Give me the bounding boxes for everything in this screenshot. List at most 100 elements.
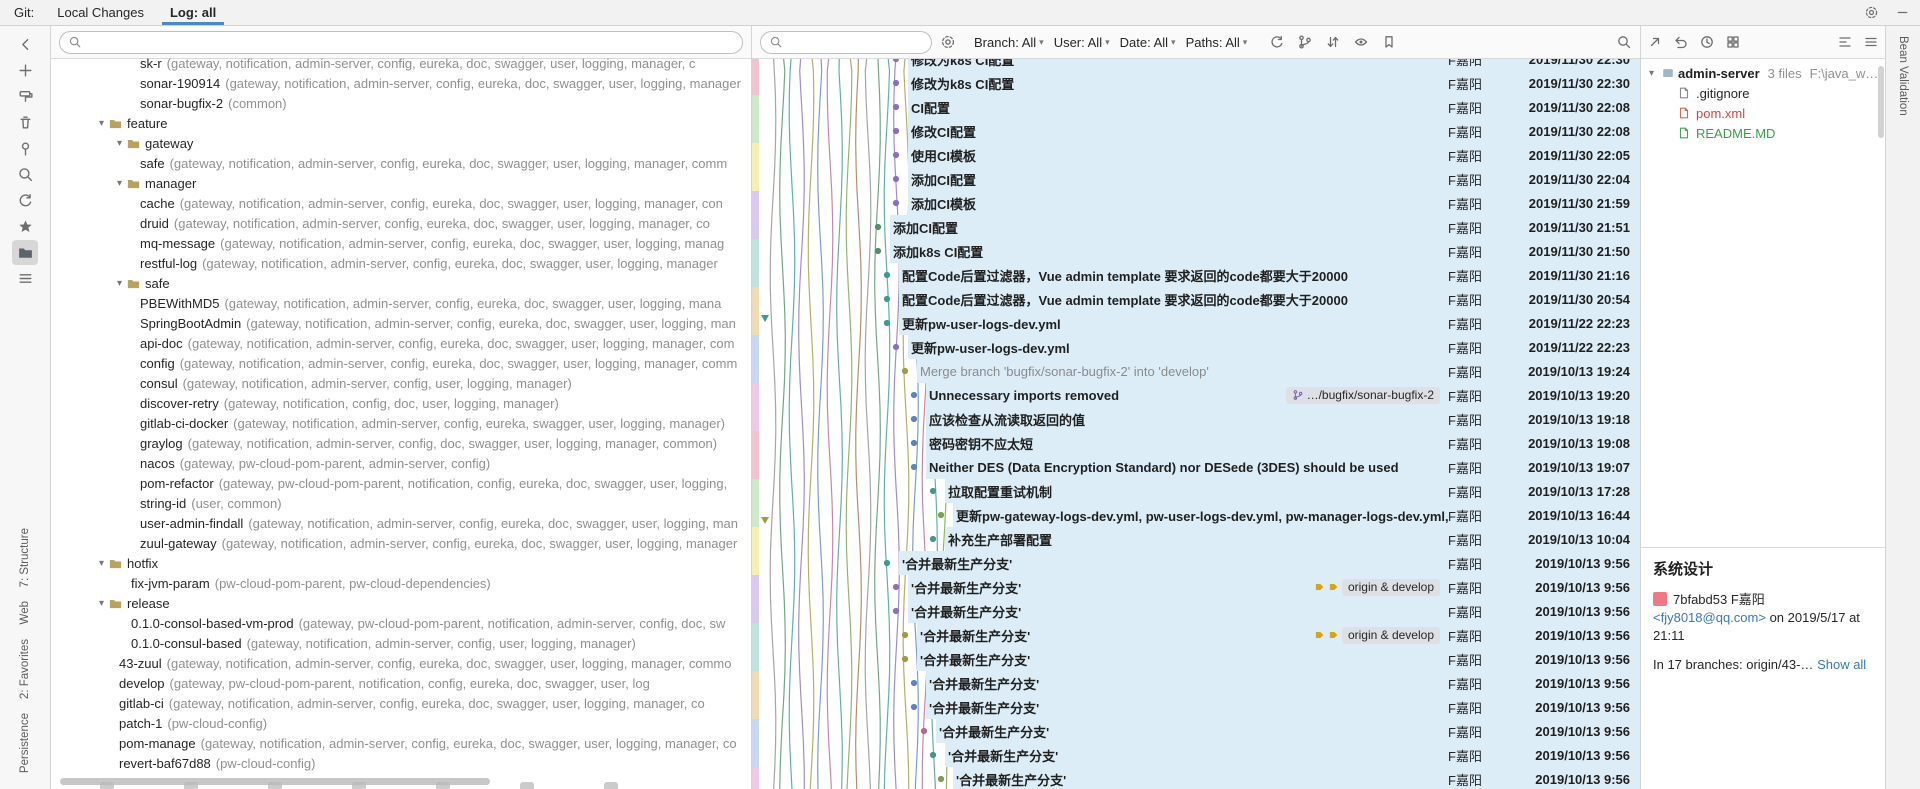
- preview-diff-eye-icon[interactable]: [1353, 34, 1369, 50]
- commit-row[interactable]: '合并最新生产分支'origin & developF嘉阳2019/10/13 …: [752, 575, 1640, 599]
- chevron-down-icon[interactable]: ▾: [113, 178, 126, 189]
- branch-row[interactable]: user-admin-findall(gateway, notification…: [51, 513, 751, 533]
- commit-row[interactable]: 配置Code后置过滤器，Vue admin template 要求返回的code…: [752, 287, 1640, 311]
- commit-row[interactable]: CI配置F嘉阳2019/11/30 22:08: [752, 95, 1640, 119]
- branch-search-input[interactable]: [87, 34, 734, 51]
- branch-group-row[interactable]: ▾safe: [51, 273, 751, 293]
- filter-paths[interactable]: Paths: All▾: [1186, 35, 1248, 50]
- commit-row[interactable]: 添加CI配置F嘉阳2019/11/30 22:04: [752, 167, 1640, 191]
- branch-row[interactable]: consul(gateway, notification, admin-serv…: [51, 373, 751, 393]
- branch-row[interactable]: nacos(gateway, pw-cloud-pom-parent, admi…: [51, 453, 751, 473]
- filter-settings-gear-icon[interactable]: [940, 34, 956, 50]
- paint-roller-icon[interactable]: [12, 84, 38, 109]
- author-email-link[interactable]: <fjy8018@qq.com>: [1653, 610, 1766, 625]
- chevron-down-icon[interactable]: ▾: [113, 278, 126, 289]
- chevron-down-icon[interactable]: ▾: [95, 118, 108, 129]
- changed-file-row[interactable]: README.MD: [1641, 123, 1885, 143]
- delete-icon[interactable]: [12, 110, 38, 135]
- tool-window-button-2-favorites[interactable]: 2: Favorites: [19, 639, 31, 699]
- branch-row[interactable]: 0.1.0-consol-based-vm-prod(gateway, pw-c…: [51, 613, 751, 633]
- show-all-link[interactable]: Show all: [1817, 657, 1866, 672]
- branch-row[interactable]: config(gateway, notification, admin-serv…: [51, 353, 751, 373]
- options-menu-icon[interactable]: [1863, 34, 1879, 50]
- branch-row[interactable]: restful-log(gateway, notification, admin…: [51, 253, 751, 273]
- rollback-icon[interactable]: [1673, 34, 1689, 50]
- branch-row[interactable]: patch-1(pw-cloud-config): [51, 713, 751, 733]
- branch-search-field[interactable]: [59, 31, 743, 54]
- commit-filter-field[interactable]: [760, 31, 932, 54]
- filter-date[interactable]: Date: All▾: [1120, 35, 1176, 50]
- tab-local-changes[interactable]: Local Changes: [44, 0, 157, 25]
- commit-row[interactable]: 添加CI配置F嘉阳2019/11/30 21:51: [752, 215, 1640, 239]
- chevron-down-icon[interactable]: ▾: [1645, 68, 1658, 79]
- branch-group-row[interactable]: ▾hotfix: [51, 553, 751, 573]
- branch-row[interactable]: discover-retry(gateway, notification, co…: [51, 393, 751, 413]
- commit-row[interactable]: '合并最新生产分支'F嘉阳2019/10/13 9:56: [752, 767, 1640, 789]
- collapse-branches-icon[interactable]: [1325, 34, 1341, 50]
- changed-file-row[interactable]: pom.xml: [1641, 103, 1885, 123]
- commit-row[interactable]: 更新pw-user-logs-dev.ymlF嘉阳2019/11/22 22:2…: [752, 311, 1640, 335]
- branch-group-row[interactable]: ▾gateway: [51, 133, 751, 153]
- commit-row[interactable]: 更新pw-user-logs-dev.ymlF嘉阳2019/11/22 22:2…: [752, 335, 1640, 359]
- branch-row[interactable]: string-id(user, common): [51, 493, 751, 513]
- commit-row[interactable]: 使用CI模板F嘉阳2019/11/30 22:05: [752, 143, 1640, 167]
- branch-row[interactable]: 0.1.0-consul-based(gateway, notification…: [51, 633, 751, 653]
- commit-row[interactable]: '合并最新生产分支'F嘉阳2019/10/13 9:56: [752, 599, 1640, 623]
- search-icon[interactable]: [12, 162, 38, 187]
- changed-files-root-row[interactable]: ▾ admin-server 3 files F:\java_worksp…: [1641, 63, 1885, 83]
- branch-row[interactable]: sonar-190914(gateway, notification, admi…: [51, 73, 751, 93]
- branch-row[interactable]: pom-refactor(gateway, pw-cloud-pom-paren…: [51, 473, 751, 493]
- bottom-toolbar-icon[interactable]: [520, 782, 534, 789]
- branch-group-row[interactable]: ▾release: [51, 593, 751, 613]
- commit-row[interactable]: 应该检查从流读取返回的值F嘉阳2019/10/13 19:18: [752, 407, 1640, 431]
- branch-head-labels[interactable]: origin & develop: [1314, 627, 1440, 644]
- commit-row[interactable]: 添加k8s CI配置F嘉阳2019/11/30 21:50: [752, 239, 1640, 263]
- branch-row[interactable]: sonar-bugfix-2(common): [51, 93, 751, 113]
- bottom-toolbar-icon[interactable]: [604, 782, 618, 789]
- search-commits-icon[interactable]: [1616, 34, 1632, 50]
- back-icon[interactable]: [12, 32, 38, 57]
- commit-row[interactable]: 添加CI模板F嘉阳2019/11/30 21:59: [752, 191, 1640, 215]
- history-clock-icon[interactable]: [1699, 34, 1715, 50]
- branch-row[interactable]: gitlab-ci-docker(gateway, notification, …: [51, 413, 751, 433]
- commit-row[interactable]: '合并最新生产分支'F嘉阳2019/10/13 9:56: [752, 719, 1640, 743]
- vertical-scrollbar-thumb[interactable]: [1878, 66, 1884, 138]
- branch-row[interactable]: SpringBootAdmin(gateway, notification, a…: [51, 313, 751, 333]
- branch-row[interactable]: 43-zuul(gateway, notification, admin-ser…: [51, 653, 751, 673]
- group-by-packages-icon[interactable]: [1725, 34, 1741, 50]
- branch-head-labels[interactable]: origin & develop: [1314, 579, 1440, 596]
- refresh-icon[interactable]: [1269, 34, 1285, 50]
- favorites-star-icon[interactable]: [12, 214, 38, 239]
- branch-group-row[interactable]: ▾feature: [51, 113, 751, 133]
- changes-view-icon[interactable]: [12, 240, 38, 265]
- commit-row[interactable]: '合并最新生产分支'F嘉阳2019/10/13 9:56: [752, 551, 1640, 575]
- commit-row[interactable]: 补充生产部署配置F嘉阳2019/10/13 10:04: [752, 527, 1640, 551]
- commit-row[interactable]: '合并最新生产分支'F嘉阳2019/10/13 9:56: [752, 695, 1640, 719]
- commit-row[interactable]: 拉取配置重试机制F嘉阳2019/10/13 17:28: [752, 479, 1640, 503]
- branch-row[interactable]: fix-jvm-param(pw-cloud-pom-parent, pw-cl…: [51, 573, 751, 593]
- branch-row[interactable]: PBEWithMD5(gateway, notification, admin-…: [51, 293, 751, 313]
- branch-group-row[interactable]: ▾manager: [51, 173, 751, 193]
- commit-row[interactable]: 修改为k8s CI配置F嘉阳2019/11/30 22:30: [752, 59, 1640, 71]
- commit-row[interactable]: Unnecessary imports removed…/bugfix/sona…: [752, 383, 1640, 407]
- preview-details-icon[interactable]: [12, 266, 38, 291]
- chevron-down-icon[interactable]: ▾: [95, 598, 108, 609]
- minimize-icon[interactable]: [1895, 5, 1910, 20]
- branch-ref-label[interactable]: …/bugfix/sonar-bugfix-2: [1286, 387, 1440, 404]
- details-splitter[interactable]: [1641, 547, 1885, 548]
- branch-row[interactable]: gitlab-ci(gateway, notification, admin-s…: [51, 693, 751, 713]
- branch-row[interactable]: mq-message(gateway, notification, admin-…: [51, 233, 751, 253]
- add-icon[interactable]: [12, 58, 38, 83]
- chevron-down-icon[interactable]: ▾: [113, 138, 126, 149]
- jump-to-source-icon[interactable]: [1647, 34, 1663, 50]
- commit-row[interactable]: 修改CI配置F嘉阳2019/11/30 22:08: [752, 119, 1640, 143]
- go-to-hash-icon[interactable]: [1381, 34, 1397, 50]
- branch-row[interactable]: cache(gateway, notification, admin-serve…: [51, 193, 751, 213]
- commit-row[interactable]: Neither DES (Data Encryption Standard) n…: [752, 455, 1640, 479]
- refresh-icon[interactable]: [12, 188, 38, 213]
- commit-row[interactable]: 修改为k8s CI配置F嘉阳2019/11/30 22:30: [752, 71, 1640, 95]
- tool-window-button-bean-validation[interactable]: Bean Validation: [1897, 36, 1909, 116]
- commit-row[interactable]: 配置Code后置过滤器，Vue admin template 要求返回的code…: [752, 263, 1640, 287]
- tab-log-all[interactable]: Log: all: [157, 0, 229, 25]
- pin-icon[interactable]: [12, 136, 38, 161]
